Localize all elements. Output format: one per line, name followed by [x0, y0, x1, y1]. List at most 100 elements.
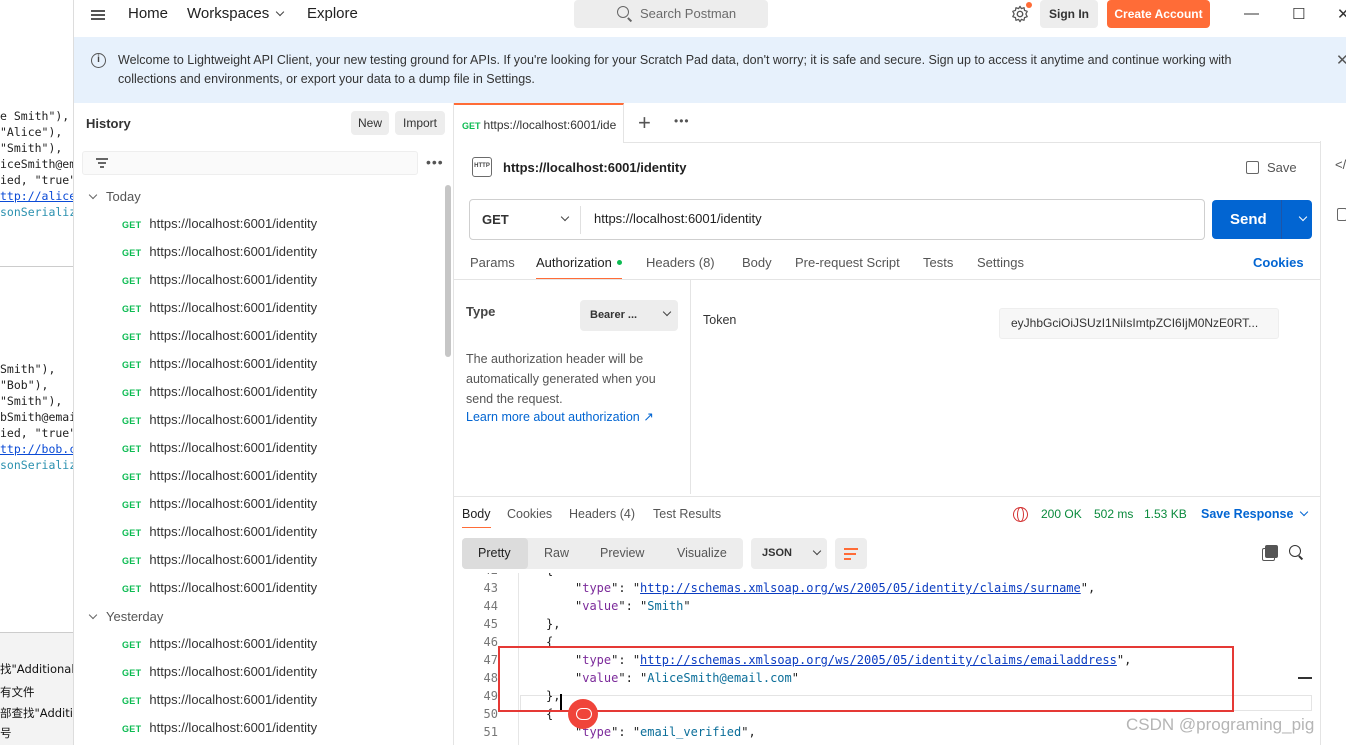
close-window-button[interactable]: ✕ [1337, 5, 1346, 23]
maximize-button[interactable]: ☐ [1292, 5, 1305, 23]
url-bar: GET https://localhost:6001/identity [469, 199, 1205, 240]
chevron-down-icon[interactable] [1298, 212, 1308, 222]
tabs-more-icon[interactable]: ••• [674, 114, 690, 128]
history-item-url: https://localhost:6001/identity [149, 272, 318, 287]
url-input[interactable]: https://localhost:6001/identity [594, 211, 762, 226]
search-icon[interactable] [1289, 545, 1301, 557]
bg-panel-line: 有文件 [0, 685, 35, 699]
language-select[interactable]: JSON [751, 538, 827, 569]
sign-in-button[interactable]: Sign In [1040, 0, 1098, 28]
status-code[interactable]: 200 OK [1041, 507, 1082, 521]
history-item[interactable]: GET https://localhost:6001/identity [122, 630, 317, 658]
watermark: CSDN @programing_pig [1126, 715, 1315, 734]
tab-pre-request-script[interactable]: Pre-request Script [795, 255, 900, 270]
history-item[interactable]: GET https://localhost:6001/identity [122, 378, 317, 406]
learn-more-link[interactable]: Learn more about authorization ↗ [466, 409, 654, 424]
tab-body[interactable]: Body [742, 255, 772, 270]
filter-icon [96, 158, 108, 168]
method-select[interactable]: GET [482, 212, 509, 227]
format-pretty[interactable]: Pretty [478, 546, 511, 560]
history-item[interactable]: GET https://localhost:6001/identity [122, 574, 317, 602]
settings-gear-icon[interactable] [1011, 5, 1029, 23]
response-size[interactable]: 1.53 KB [1144, 507, 1187, 521]
import-button[interactable]: Import [395, 111, 445, 135]
resp-tab-body[interactable]: Body [462, 507, 491, 521]
format-preview[interactable]: Preview [600, 546, 644, 560]
auth-type-select[interactable]: Bearer ... [580, 300, 678, 331]
response-time[interactable]: 502 ms [1094, 507, 1133, 521]
tab-headers[interactable]: Headers (8) [646, 255, 715, 270]
method-badge: GET [122, 248, 142, 258]
tab-params[interactable]: Params [470, 255, 515, 270]
history-item[interactable]: GET https://localhost:6001/identity [122, 518, 317, 546]
code-snippet-icon[interactable]: </ [1335, 157, 1346, 172]
history-item[interactable]: GET https://localhost:6001/identity [122, 406, 317, 434]
url-divider [580, 206, 581, 234]
tab-authorization-label: Authorization [536, 255, 612, 270]
save-button[interactable]: Save [1246, 159, 1297, 175]
menu-icon[interactable] [91, 10, 105, 20]
json-url-value[interactable]: http://schemas.xmlsoap.org/ws/2005/05/id… [640, 581, 1081, 595]
code-punct: , [748, 725, 756, 739]
history-item[interactable]: GET https://localhost:6001/identity [122, 238, 317, 266]
line-number: 45 [483, 617, 498, 631]
tab-settings[interactable]: Settings [977, 255, 1024, 270]
send-button[interactable]: Send [1212, 200, 1312, 239]
bg-find-panel: 找"AdditionalCl 有文件 部查找"Additio 号 [0, 632, 73, 745]
history-item[interactable]: GET https://localhost:6001/identity [122, 350, 317, 378]
resp-tab-cookies[interactable]: Cookies [507, 507, 552, 521]
csdn-chat-icon[interactable] [568, 699, 598, 729]
method-badge: GET [122, 500, 142, 510]
copy-icon[interactable] [1265, 545, 1278, 558]
history-item[interactable]: GET https://localhost:6001/identity [122, 462, 317, 490]
nav-home[interactable]: Home [128, 5, 168, 22]
request-title[interactable]: https://localhost:6001/identity [503, 160, 686, 175]
history-filter-input[interactable] [82, 151, 418, 175]
history-group-yesterday[interactable]: Yesterday [88, 609, 163, 624]
history-item[interactable]: GET https://localhost:6001/identity [122, 490, 317, 518]
token-label: Token [703, 313, 737, 327]
create-account-button[interactable]: Create Account [1107, 0, 1210, 28]
method-badge: GET [122, 360, 142, 370]
history-item[interactable]: GET https://localhost:6001/identity [122, 210, 317, 238]
format-raw[interactable]: Raw [544, 546, 569, 560]
history-item[interactable]: GET https://localhost:6001/identity [122, 294, 317, 322]
format-visualize[interactable]: Visualize [677, 546, 727, 560]
method-badge: GET [122, 220, 142, 230]
history-item[interactable]: GET https://localhost:6001/identity [122, 434, 317, 462]
history-item[interactable]: GET https://localhost:6001/identity [122, 714, 317, 742]
sidebar-more-icon[interactable]: ••• [426, 154, 444, 170]
code-line: }, [546, 617, 560, 631]
json-string-value: Smith [647, 599, 684, 613]
documentation-icon[interactable] [1337, 208, 1346, 221]
minimize-button[interactable]: — [1244, 5, 1259, 22]
globe-icon[interactable] [1013, 507, 1028, 522]
cookies-link[interactable]: Cookies [1253, 255, 1304, 270]
nav-workspaces[interactable]: Workspaces [187, 5, 285, 22]
banner-close-button[interactable]: ✕ [1336, 51, 1346, 69]
token-input[interactable]: eyJhbGciOiJSUzI1NiIsImtpZCI6IjM0NzE0RT..… [999, 308, 1279, 339]
tab-request[interactable]: GET https://localhost:6001/ide [454, 103, 624, 143]
sidebar-scrollbar[interactable] [445, 185, 451, 357]
tab-authorization[interactable]: Authorization [536, 255, 622, 270]
history-item[interactable]: GET https://localhost:6001/identity [122, 322, 317, 350]
history-item[interactable]: GET https://localhost:6001/identity [122, 266, 317, 294]
chevron-down-icon [1300, 507, 1309, 517]
history-item-url: https://localhost:6001/identity [149, 244, 318, 259]
save-response-button[interactable]: Save Response [1201, 507, 1309, 521]
history-item[interactable]: GET https://localhost:6001/identity [122, 686, 317, 714]
history-item[interactable]: GET https://localhost:6001/identity [122, 658, 317, 686]
search-bar[interactable]: Search Postman [574, 0, 768, 28]
history-group-today[interactable]: Today [88, 189, 141, 204]
nav-explore[interactable]: Explore [307, 5, 358, 22]
tab-tests[interactable]: Tests [923, 255, 953, 270]
resp-tab-test-results[interactable]: Test Results [653, 507, 721, 521]
resp-tab-headers[interactable]: Headers (4) [569, 507, 635, 521]
history-item[interactable]: GET https://localhost:6001/identity [122, 546, 317, 574]
wrap-lines-button[interactable] [835, 538, 867, 569]
new-button[interactable]: New [351, 111, 389, 135]
chevron-down-icon [276, 7, 285, 17]
bg-code-line: sonSerializ [0, 458, 74, 472]
new-tab-plus-icon[interactable]: + [638, 110, 651, 136]
welcome-banner: i Welcome to Lightweight API Client, you… [74, 37, 1346, 103]
